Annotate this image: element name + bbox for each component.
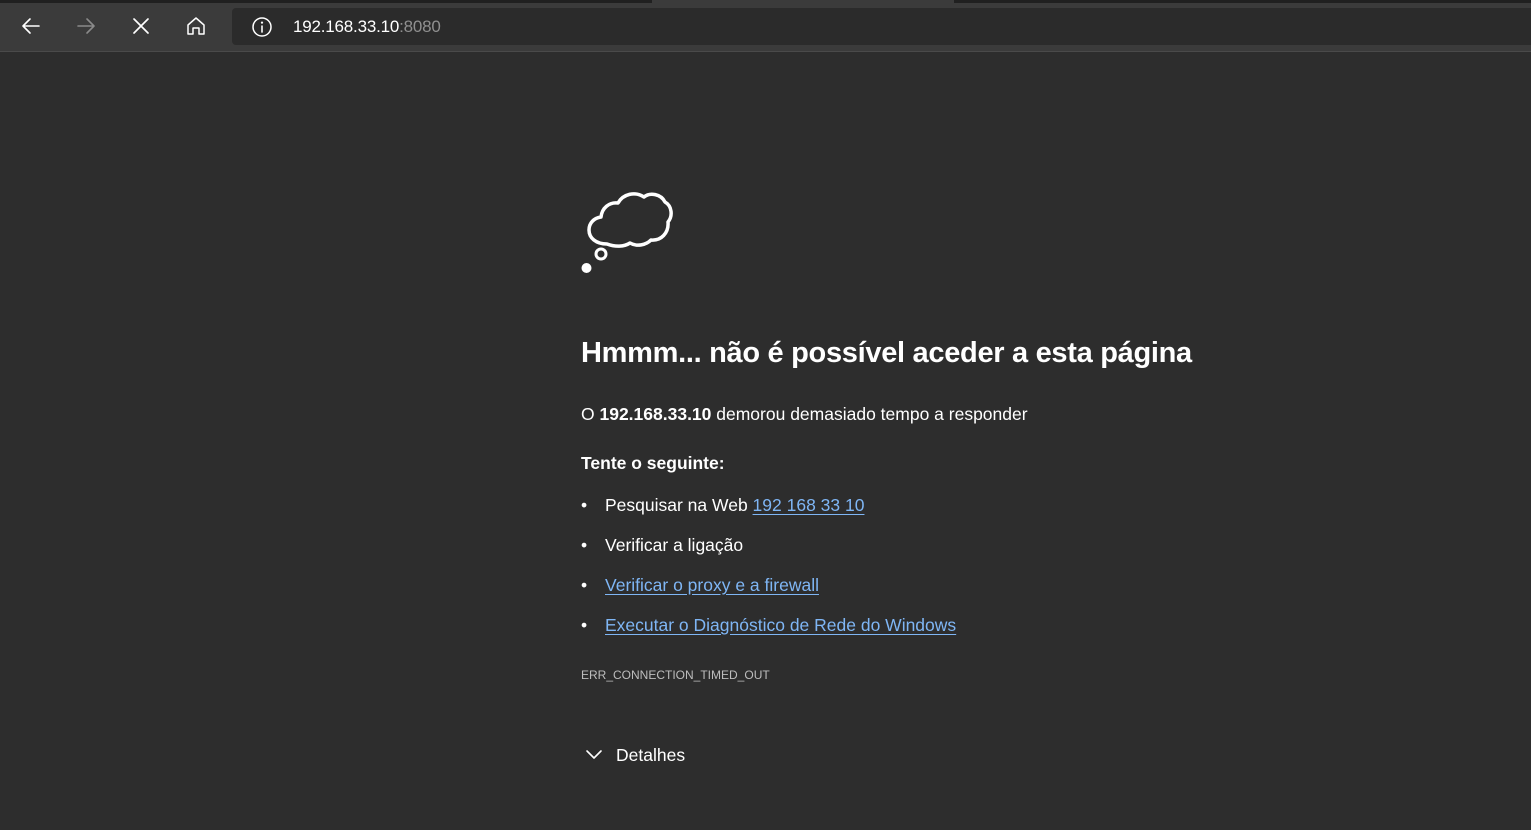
error-code: ERR_CONNECTION_TIMED_OUT — [581, 668, 770, 682]
bullet: • — [581, 575, 588, 595]
back-button[interactable] — [11, 7, 51, 45]
check-proxy-firewall-link[interactable]: Verificar o proxy e a firewall — [605, 575, 819, 596]
bullet: • — [581, 535, 588, 555]
message-suffix: demorou demasiado tempo a responder — [711, 404, 1028, 424]
suggestions-heading: Tente o seguinte: — [581, 453, 725, 473]
url-port: :8080 — [399, 17, 441, 36]
search-web-link[interactable]: 192 168 33 10 — [753, 495, 865, 515]
tab-strip-edge — [954, 0, 1531, 3]
bullet: • — [581, 615, 588, 635]
url-host: 192.168.33.10 — [293, 17, 400, 36]
details-label: Detalhes — [616, 745, 686, 765]
chevron-down-icon — [586, 750, 602, 759]
check-connection-label: Verificar a ligação — [605, 535, 744, 555]
search-web-label: Pesquisar na Web — [605, 495, 753, 515]
bullet: • — [581, 495, 588, 515]
forward-arrow-icon — [77, 18, 95, 34]
browser-toolbar: 192.168.33.10:8080 — [0, 0, 1531, 52]
home-button[interactable] — [176, 7, 216, 45]
message-host: 192.168.33.10 — [599, 404, 712, 424]
back-arrow-icon — [22, 18, 40, 34]
url-text[interactable]: 192.168.33.10:8080 — [293, 17, 441, 37]
home-icon — [187, 17, 205, 35]
suggestion-text: Pesquisar na Web 192 168 33 10 — [605, 495, 864, 516]
stop-button[interactable] — [121, 7, 161, 45]
error-message: O 192.168.33.10 demorou demasiado tempo … — [581, 404, 1028, 425]
page-title: Hmmm... não é possível aceder a esta pág… — [581, 337, 1192, 369]
address-bar[interactable]: 192.168.33.10:8080 — [232, 8, 1531, 45]
network-diagnostics-link[interactable]: Executar o Diagnóstico de Rede do Window… — [605, 615, 956, 636]
close-icon — [133, 18, 149, 34]
message-prefix: O — [581, 404, 600, 424]
forward-button[interactable] — [66, 7, 106, 45]
info-icon[interactable] — [251, 16, 273, 38]
thought-cloud-icon — [581, 192, 673, 273]
tab-strip-edge — [0, 0, 652, 3]
